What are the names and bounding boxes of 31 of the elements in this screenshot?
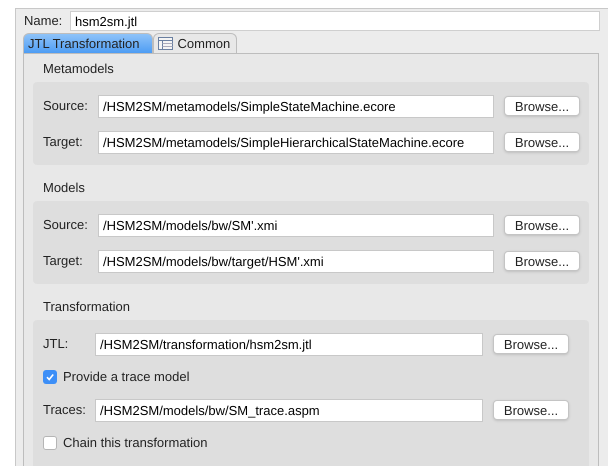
checkbox-label: Provide a trace model — [63, 368, 190, 386]
browse-button[interactable]: Browse... — [504, 215, 580, 235]
checkbox[interactable] — [43, 436, 57, 450]
browse-button[interactable]: Browse... — [504, 132, 580, 152]
path-field[interactable]: /HSM2SM/metamodels/SimpleHierarchicalStateMachine.ecore — [98, 130, 494, 154]
field-label: Source: — [43, 97, 89, 116]
group-title: Transformation — [42, 298, 131, 316]
browse-button[interactable]: Browse... — [504, 96, 580, 116]
group-title: Metamodels — [42, 60, 115, 78]
browse-button[interactable]: Browse... — [504, 251, 580, 271]
check-icon — [45, 372, 55, 382]
field-label: Traces: — [43, 401, 87, 420]
name-label: Name: — [24, 12, 64, 30]
field-label: Target: — [43, 133, 84, 152]
browse-button[interactable]: Browse... — [493, 334, 569, 354]
tab[interactable]: Common — [152, 33, 238, 53]
path-field[interactable]: /HSM2SM/models/bw/SM'.xmi — [98, 214, 494, 236]
path-field[interactable]: /HSM2SM/models/bw/target/HSM'.xmi — [98, 250, 494, 272]
checkbox-label: Chain this transformation — [63, 434, 208, 452]
path-field[interactable]: /HSM2SM/transformation/hsm2sm.jtl — [95, 332, 483, 356]
field-label: Source: — [43, 216, 89, 234]
path-field[interactable]: /HSM2SM/models/bw/SM_trace.aspm — [95, 398, 483, 422]
field-label: JTL: — [43, 335, 70, 354]
group-title: Models — [42, 179, 86, 198]
tab[interactable]: JTL Transformation — [23, 33, 153, 53]
checkbox[interactable] — [43, 370, 57, 384]
table-icon — [158, 37, 173, 50]
field-label: Target: — [43, 252, 84, 270]
name-field[interactable]: hsm2sm.jtl — [70, 11, 600, 31]
browse-button[interactable]: Browse... — [493, 400, 569, 420]
path-field[interactable]: /HSM2SM/metamodels/SimpleStateMachine.ecore — [98, 94, 494, 118]
